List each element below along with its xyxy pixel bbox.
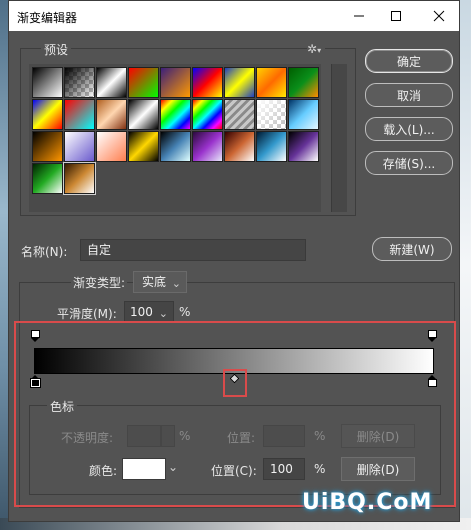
- highlight-frame-gradient: [14, 321, 456, 507]
- preset-swatch[interactable]: [64, 131, 95, 162]
- minimize-icon[interactable]: [344, 5, 374, 27]
- smoothness-unit: %: [179, 305, 191, 319]
- preset-swatch[interactable]: [128, 131, 159, 162]
- window-title: 渐变编辑器: [17, 11, 78, 25]
- presets-label: 预设: [41, 41, 72, 58]
- preset-swatch[interactable]: [288, 67, 319, 98]
- gradient-type-label: 渐变类型:: [71, 274, 128, 291]
- preset-swatch[interactable]: [288, 131, 319, 162]
- preset-swatch[interactable]: [96, 67, 127, 98]
- presets-scrollbar[interactable]: [331, 64, 347, 212]
- preset-swatch[interactable]: [160, 67, 191, 98]
- name-label: 名称(N):: [21, 245, 68, 259]
- preset-swatch[interactable]: [256, 99, 287, 130]
- preset-swatch[interactable]: [192, 131, 223, 162]
- preset-swatch[interactable]: [192, 67, 223, 98]
- watermark: UiBQ.CoM: [302, 490, 433, 515]
- preset-swatch[interactable]: [224, 131, 255, 162]
- cancel-button[interactable]: 取消: [365, 83, 453, 107]
- preset-swatch[interactable]: [128, 99, 159, 130]
- gear-icon[interactable]: ✲▾: [307, 42, 325, 56]
- name-input[interactable]: 自定: [80, 239, 306, 261]
- preset-swatch[interactable]: [63, 162, 96, 195]
- close-icon[interactable]: [424, 5, 454, 27]
- preset-swatch[interactable]: [64, 67, 95, 98]
- preset-swatch-grid: [29, 64, 321, 212]
- preset-swatch[interactable]: [192, 99, 223, 130]
- preset-swatch[interactable]: [96, 131, 127, 162]
- new-button[interactable]: 新建(W): [372, 237, 452, 261]
- preset-swatch[interactable]: [32, 99, 63, 130]
- preset-swatch[interactable]: [32, 67, 63, 98]
- background-photo-right: [459, 0, 471, 530]
- preset-swatch[interactable]: [32, 131, 63, 162]
- chevron-down-icon: ⌄: [171, 277, 181, 290]
- preset-swatch[interactable]: [160, 131, 191, 162]
- preset-swatch[interactable]: [32, 163, 63, 194]
- maximize-icon[interactable]: [381, 5, 411, 27]
- smoothness-value: 100: [130, 305, 153, 319]
- preset-swatch[interactable]: [224, 99, 255, 130]
- preset-swatch[interactable]: [96, 99, 127, 130]
- smoothness-select[interactable]: 100 ⌄: [124, 301, 174, 323]
- gradient-editor-dialog: 渐变编辑器 预设 ✲▾ 确定 取消 载入(L)... 存储(S)... 名称(N…: [8, 0, 460, 522]
- preset-swatch[interactable]: [224, 67, 255, 98]
- gradient-type-select[interactable]: 实底 ⌄: [133, 271, 187, 293]
- title-bar: 渐变编辑器: [9, 1, 459, 31]
- smoothness-label: 平滑度(M):: [57, 307, 117, 321]
- preset-swatch[interactable]: [256, 131, 287, 162]
- gradient-type-value: 实底: [142, 275, 167, 289]
- ok-button[interactable]: 确定: [365, 49, 453, 73]
- highlight-frame-midpoint: [223, 369, 247, 397]
- load-button[interactable]: 载入(L)...: [365, 117, 453, 141]
- preset-swatch[interactable]: [128, 67, 159, 98]
- preset-swatch[interactable]: [64, 99, 95, 130]
- save-button[interactable]: 存储(S)...: [365, 151, 453, 175]
- preset-swatch[interactable]: [256, 67, 287, 98]
- preset-swatch[interactable]: [160, 99, 191, 130]
- preset-swatch[interactable]: [288, 99, 319, 130]
